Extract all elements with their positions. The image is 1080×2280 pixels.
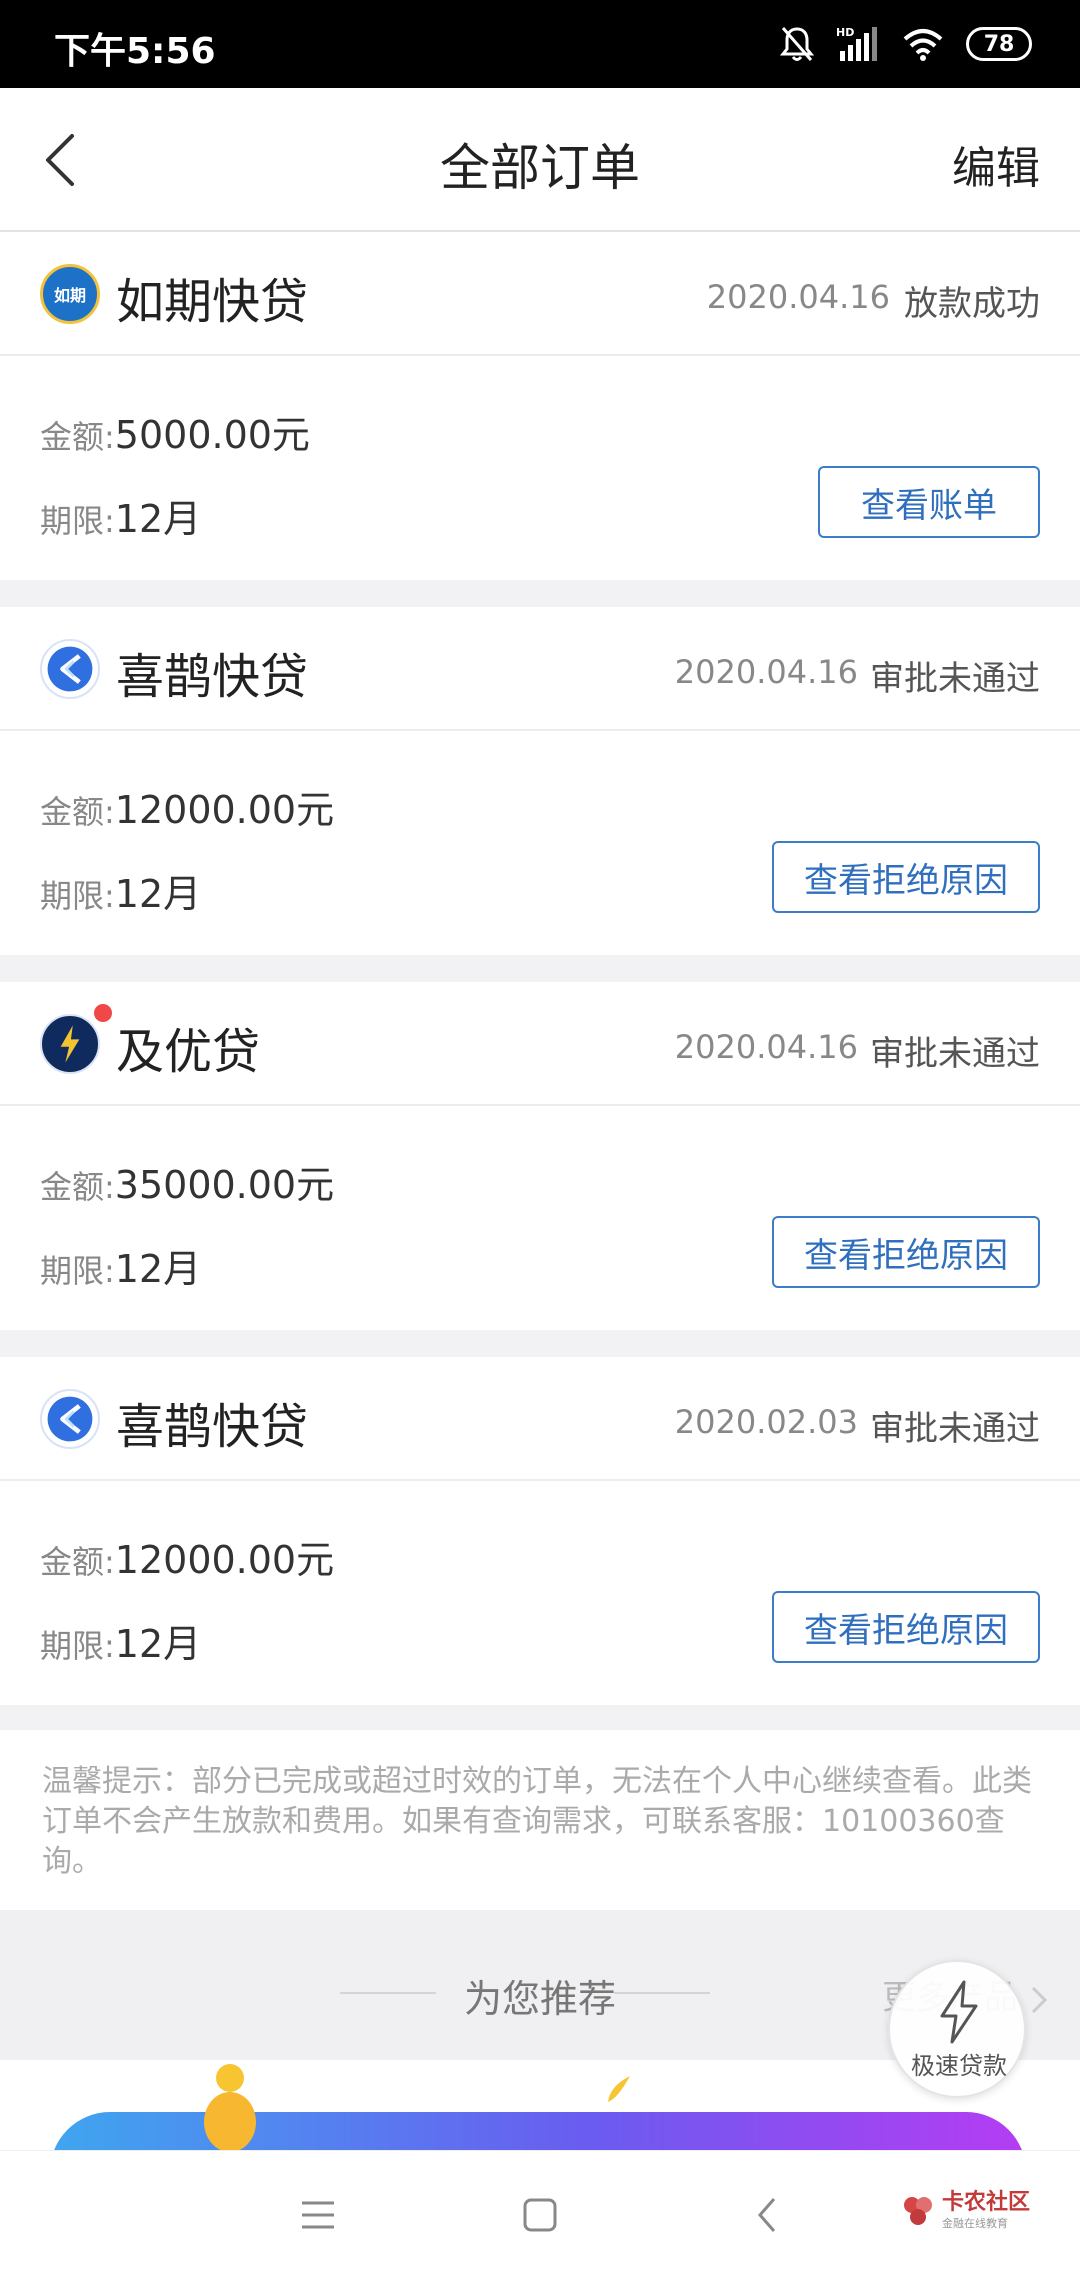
- quick-loan-float-button[interactable]: 极速贷款: [888, 1960, 1026, 2098]
- mascot-icon: [204, 2064, 256, 2150]
- term-row: 期限:12月: [40, 1238, 201, 1293]
- order-card-header: 及优贷 2020.04.16 审批未通过: [0, 982, 1080, 1106]
- order-card: 及优贷 2020.04.16 审批未通过 金额:35000.00元 期限:12月…: [0, 982, 1080, 1330]
- product-name: 及优贷: [116, 1024, 261, 1080]
- term-label: 期限:: [40, 502, 115, 540]
- status-bar: 下午5:56 HD 78: [0, 0, 1080, 88]
- view-rejection-reason-button[interactable]: 查看拒绝原因: [772, 841, 1040, 913]
- order-date: 2020.04.16: [706, 278, 890, 316]
- view-rejection-reason-button[interactable]: 查看拒绝原因: [772, 1216, 1040, 1288]
- amount-label: 金额:: [40, 1168, 115, 1206]
- amount-row: 金额:12000.00元: [40, 779, 334, 834]
- view-rejection-reason-button[interactable]: 查看拒绝原因: [772, 1591, 1040, 1663]
- jiyou-logo-icon: [40, 1014, 100, 1074]
- chevron-right-icon: [1031, 1986, 1047, 2013]
- quick-loan-label: 极速贷款: [911, 2052, 1007, 2080]
- term-row: 期限:12月: [40, 1613, 201, 1668]
- status-time: 下午5:56: [54, 31, 216, 72]
- wifi-icon: [903, 29, 943, 61]
- term-value: 12月: [114, 872, 202, 916]
- battery-indicator: 78: [966, 27, 1032, 61]
- order-card: 喜鹊快贷 2020.02.03 审批未通过 金额:12000.00元 期限:12…: [0, 1357, 1080, 1705]
- amount-value: 12000.00元: [114, 1538, 335, 1582]
- xique-logo-icon: [40, 1389, 100, 1449]
- lightning-icon: [940, 1980, 978, 2044]
- term-label: 期限:: [40, 1252, 115, 1290]
- order-status: 审批未通过: [870, 1034, 1040, 1074]
- status-icons: HD 78: [780, 22, 1032, 66]
- unread-badge: [94, 1004, 112, 1022]
- system-nav-bar: 卡农社区 金融在线教育: [0, 2150, 1080, 2280]
- back-nav-icon[interactable]: [752, 2195, 782, 2235]
- term-label: 期限:: [40, 1627, 115, 1665]
- menu-icon[interactable]: [298, 2197, 338, 2233]
- kanong-watermark: 卡农社区 金融在线教育: [900, 2191, 1030, 2231]
- divider: [614, 1992, 710, 1994]
- kanong-text-block: 卡农社区 金融在线教育: [942, 2191, 1030, 2231]
- drop-icon: [608, 2076, 630, 2102]
- order-date: 2020.02.03: [674, 1403, 858, 1441]
- signal-icon: HD: [836, 26, 877, 61]
- amount-label: 金额:: [40, 1543, 115, 1581]
- svg-text:HD: HD: [836, 26, 854, 39]
- amount-label: 金额:: [40, 793, 115, 831]
- order-status: 放款成功: [904, 284, 1040, 324]
- product-name: 喜鹊快贷: [116, 1399, 309, 1455]
- product-name: 如期快贷: [116, 274, 309, 330]
- order-date: 2020.04.16: [674, 1028, 858, 1066]
- order-card: 喜鹊快贷 2020.04.16 审批未通过 金额:12000.00元 期限:12…: [0, 607, 1080, 955]
- amount-row: 金额:35000.00元: [40, 1154, 334, 1209]
- nav-bar: 全部订单 编辑: [0, 88, 1080, 232]
- term-value: 12月: [114, 1622, 202, 1666]
- order-card: 如期 如期快贷 2020.04.16 放款成功 金额:5000.00元 期限:1…: [0, 232, 1080, 580]
- product-name: 喜鹊快贷: [116, 649, 309, 705]
- xique-logo-icon: [40, 639, 100, 699]
- home-icon[interactable]: [520, 2195, 560, 2235]
- notifications-muted-icon: [780, 27, 814, 61]
- order-card-header: 如期 如期快贷 2020.04.16 放款成功: [0, 232, 1080, 356]
- order-card-header: 喜鹊快贷 2020.02.03 审批未通过: [0, 1357, 1080, 1481]
- term-value: 12月: [114, 497, 202, 541]
- kanong-logo-icon: [904, 2197, 932, 2225]
- order-date: 2020.04.16: [674, 653, 858, 691]
- view-bill-button[interactable]: 查看账单: [818, 466, 1040, 538]
- term-value: 12月: [114, 1247, 202, 1291]
- order-status: 审批未通过: [870, 659, 1040, 699]
- amount-value: 35000.00元: [114, 1163, 335, 1207]
- amount-value: 5000.00元: [114, 413, 310, 457]
- edit-button[interactable]: 编辑: [952, 132, 1040, 196]
- kanong-subtitle: 金融在线教育: [942, 2217, 1008, 2230]
- amount-row: 金额:5000.00元: [40, 404, 310, 459]
- kanong-name: 卡农社区: [942, 2190, 1031, 2215]
- amount-row: 金额:12000.00元: [40, 1529, 334, 1584]
- ruqi-logo-icon: 如期: [40, 264, 100, 324]
- amount-label: 金额:: [40, 418, 115, 456]
- term-row: 期限:12月: [40, 863, 201, 918]
- order-status: 审批未通过: [870, 1409, 1040, 1449]
- term-label: 期限:: [40, 877, 115, 915]
- order-card-header: 喜鹊快贷 2020.04.16 审批未通过: [0, 607, 1080, 731]
- battery-level: 78: [983, 31, 1015, 57]
- page-title: 全部订单: [440, 139, 640, 197]
- notice-text: 温馨提示：部分已完成或超过时效的订单，无法在个人中心继续查看。此类订单不会产生放…: [0, 1730, 1080, 1910]
- term-row: 期限:12月: [40, 488, 201, 543]
- amount-value: 12000.00元: [114, 788, 335, 832]
